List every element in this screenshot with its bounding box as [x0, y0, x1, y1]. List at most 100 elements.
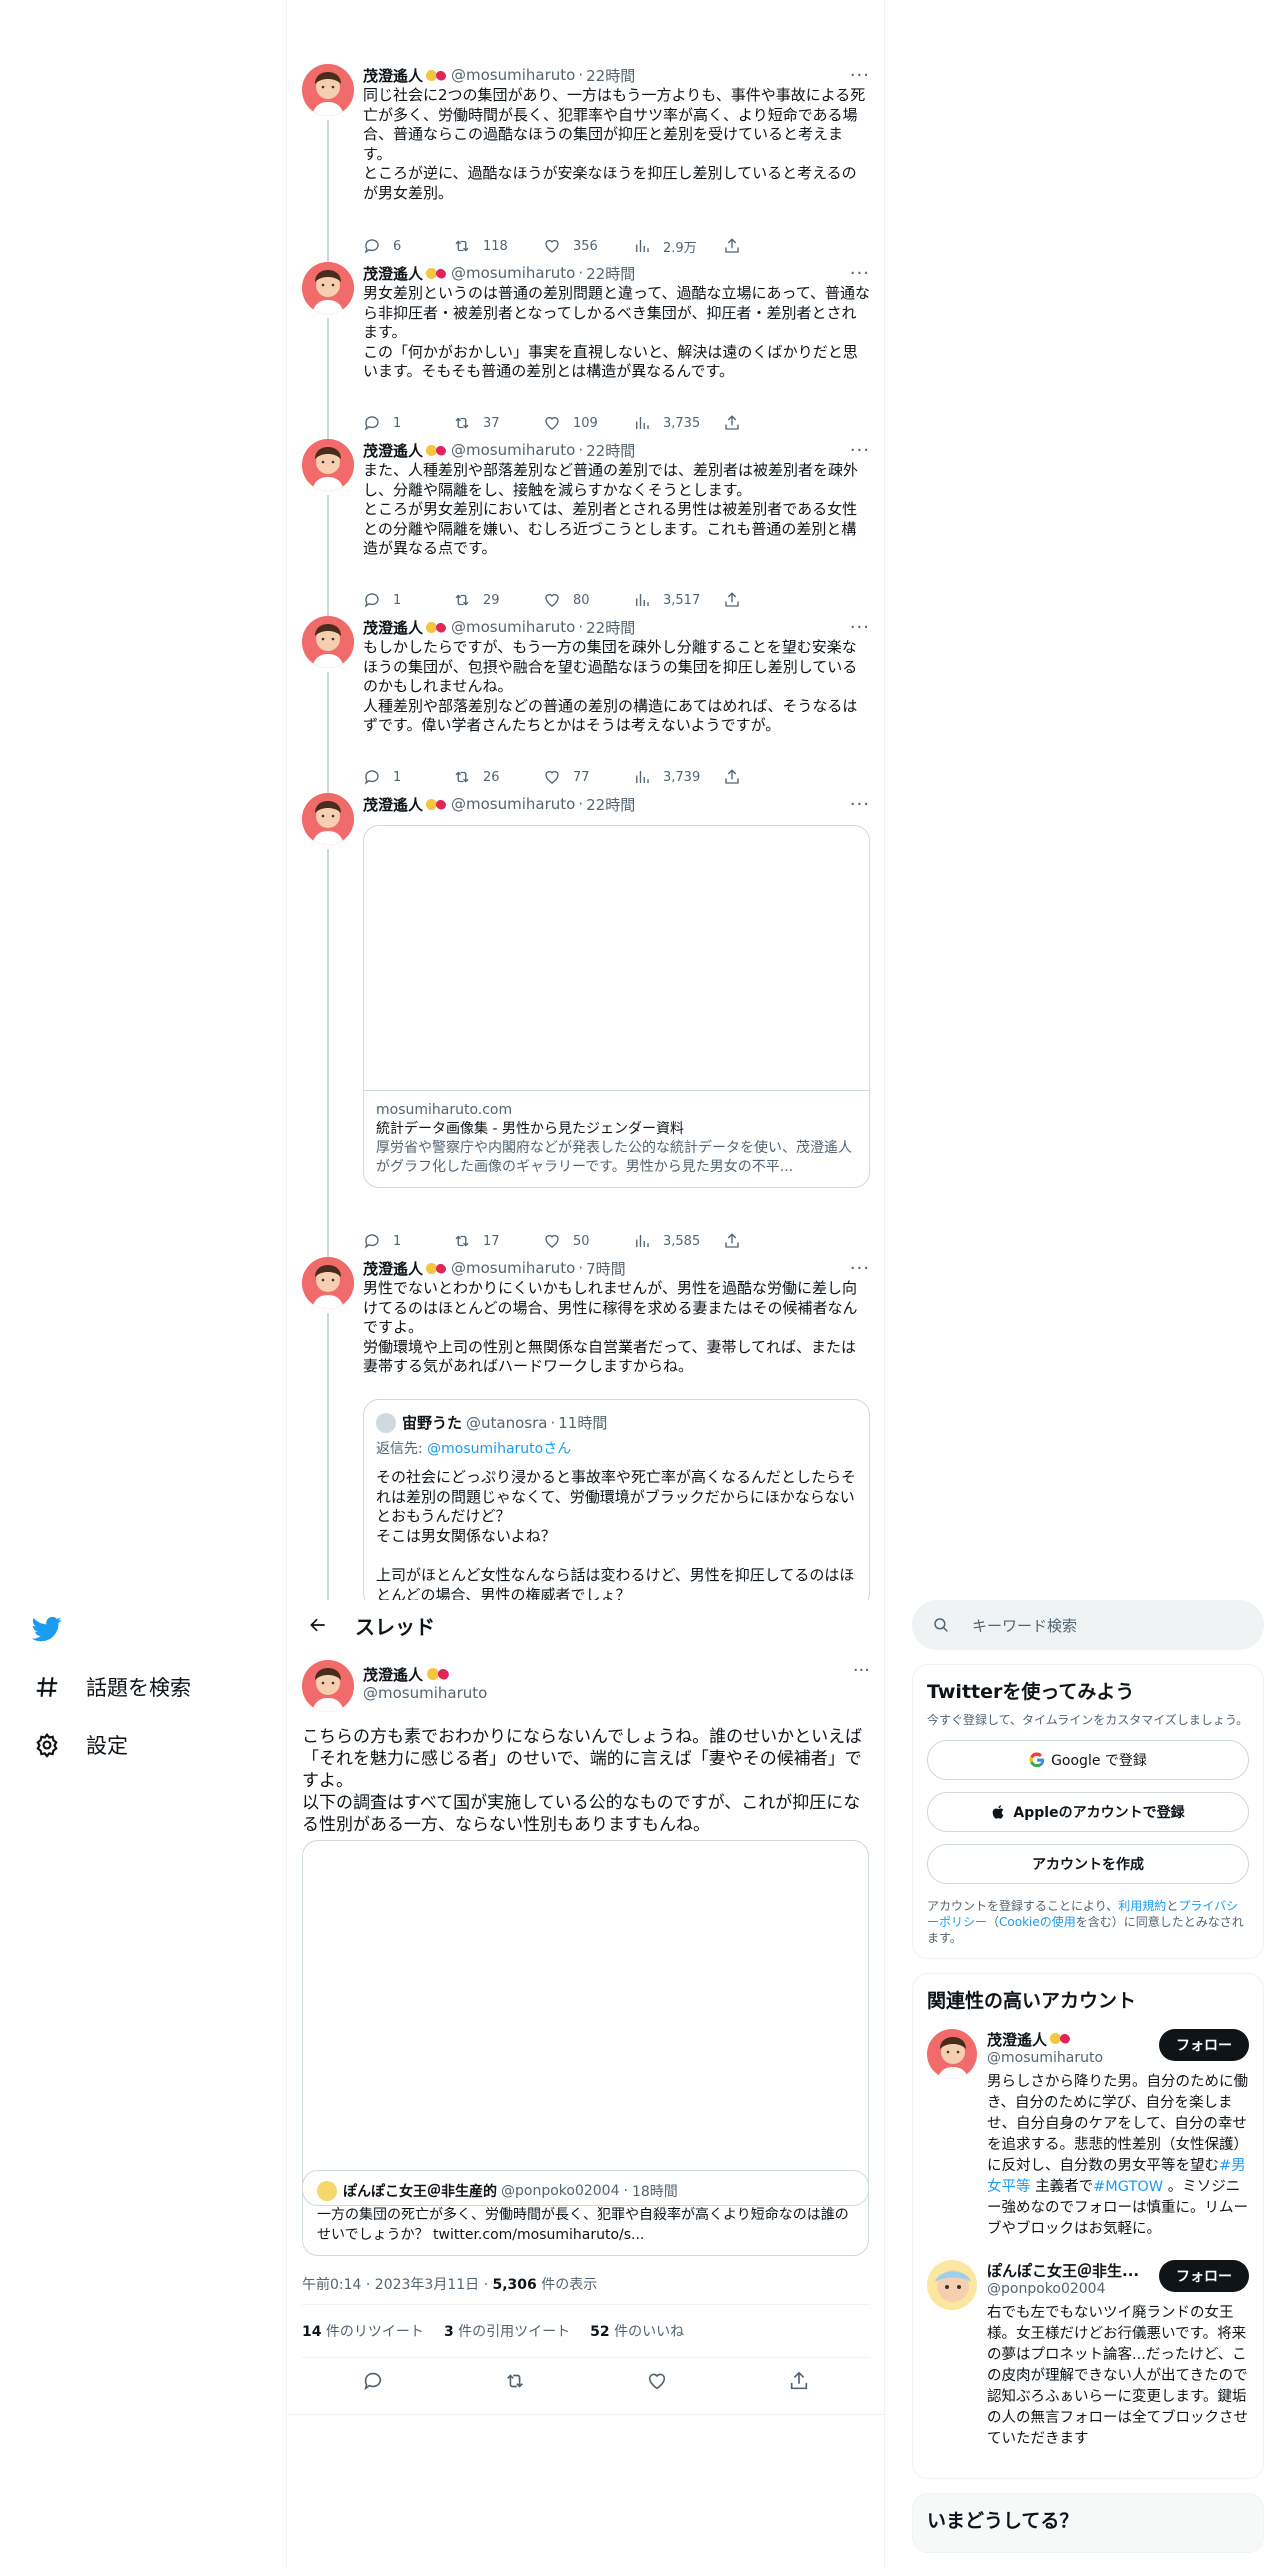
avatar[interactable]	[302, 439, 354, 491]
account-avatar[interactable]	[927, 2260, 977, 2310]
search-box[interactable]: キーワード検索	[912, 1600, 1264, 1650]
avatar[interactable]	[302, 793, 354, 845]
tweet-time[interactable]: 7時間	[586, 1258, 626, 1279]
avatar[interactable]	[302, 64, 354, 116]
avatar[interactable]	[302, 1660, 354, 1712]
link-card[interactable]: mosumiharuto.com 統計データ画像集 - 男性から見たジェンダー資…	[363, 825, 870, 1188]
author-name[interactable]: 茂澄遙人	[363, 617, 423, 638]
thread-tweet[interactable]: 茂澄遙人 @mosumiharuto · 22時間 ··· 男女差別というのは普通の差別問…	[287, 258, 884, 439]
account-name[interactable]: ぽんぽこ女王＠非生...	[987, 2262, 1139, 2280]
apple-signup-button[interactable]: Appleのアカウントで登録	[927, 1792, 1249, 1832]
retweet-button[interactable]: 37	[453, 414, 543, 432]
bio-text: 男らしさから降りた男。自分のために働き、自分のために学び、自分を楽しませ、自分自…	[987, 2074, 1248, 2174]
tweet-time[interactable]: 22時間	[586, 794, 635, 815]
related-account[interactable]: 茂澄遙人 @mosumiharuto フォロー 男らしさから降りた男。自分のため…	[927, 2021, 1249, 2252]
views-button[interactable]: 3,585	[633, 1232, 723, 1250]
reply-button[interactable]: 1	[363, 591, 453, 609]
quoted-tweet-card[interactable]: ぽんぽこ女王＠非生産的 @ponpoko02004 · 18時間 一方の集団の死…	[302, 2170, 869, 2256]
stat-item[interactable]: 52 件のいいね	[590, 2321, 684, 2341]
account-handle[interactable]: @ponpoko02004	[987, 2281, 1159, 2297]
more-icon[interactable]: ···	[850, 65, 870, 86]
thread-tweet[interactable]: 茂澄遙人 @mosumiharuto · 22時間 ··· 同じ社会に2つの集団があり、一…	[287, 60, 884, 262]
tweet-time[interactable]: 22時間	[586, 617, 635, 638]
reply-icon[interactable]	[362, 2370, 384, 2396]
views-button[interactable]: 2.9万	[633, 237, 723, 256]
thread-tweet[interactable]: 茂澄遙人 @mosumiharuto · 22時間 ··· また、人種差別や部落差別など普…	[287, 435, 884, 616]
more-icon[interactable]: ···	[850, 617, 870, 638]
retweet-button[interactable]: 29	[453, 591, 543, 609]
nav-explore[interactable]: 話題を検索	[30, 1658, 191, 1716]
like-button[interactable]: 80	[543, 591, 633, 609]
reply-button[interactable]: 1	[363, 1232, 453, 1250]
more-icon[interactable]: ···	[850, 263, 870, 284]
more-icon[interactable]: ···	[850, 794, 870, 815]
follow-button[interactable]: フォロー	[1159, 2260, 1249, 2292]
cookie-link[interactable]: Cookieの使用	[999, 1915, 1076, 1929]
author-handle[interactable]: @mosumiharuto	[451, 1259, 575, 1277]
create-account-button[interactable]: アカウントを作成	[927, 1844, 1249, 1884]
share-button[interactable]	[723, 237, 813, 255]
author-name[interactable]: 茂澄遙人	[363, 440, 423, 461]
hashtag-link[interactable]: #MGTOW	[1093, 2179, 1163, 2195]
more-icon[interactable]: ···	[850, 440, 870, 461]
share-button[interactable]	[723, 591, 813, 609]
quoted-tweet-card[interactable]: 宙野うた @utanosra · 11時間 返信先: @mosumiharutoさん …	[363, 1398, 870, 1609]
google-signup-button[interactable]: Google で登録	[927, 1740, 1249, 1780]
avatar[interactable]	[302, 1257, 354, 1309]
avatar[interactable]	[302, 262, 354, 314]
account-avatar[interactable]	[927, 2029, 977, 2079]
follow-button[interactable]: フォロー	[1159, 2029, 1249, 2061]
terms-link[interactable]: 利用規約	[1118, 1899, 1166, 1913]
share-button[interactable]	[723, 768, 813, 786]
account-name[interactable]: 茂澄遙人	[987, 2031, 1047, 2049]
like-button[interactable]: 50	[543, 1232, 633, 1250]
account-handle[interactable]: @mosumiharuto	[987, 2050, 1159, 2066]
retweet-button[interactable]: 17	[453, 1232, 543, 1250]
author-name[interactable]: 茂澄遙人	[363, 65, 423, 86]
more-icon[interactable]: ···	[853, 1660, 870, 1681]
thread-tweet[interactable]: 茂澄遙人 @mosumiharuto · 7時間 ··· 男性でないとわかりにくいかもしれ…	[287, 1253, 884, 1609]
related-account[interactable]: ぽんぽこ女王＠非生... @ponpoko02004 フォロー 右でも左でもない…	[927, 2252, 1249, 2462]
tweet-time[interactable]: 22時間	[586, 440, 635, 461]
author-handle[interactable]: @mosumiharuto	[451, 66, 575, 84]
stat-item[interactable]: 3 件の引用ツイート	[444, 2321, 570, 2341]
more-icon[interactable]: ···	[850, 1258, 870, 1279]
retweet-button[interactable]: 118	[453, 237, 543, 255]
views-button[interactable]: 3,739	[633, 768, 723, 786]
share-button[interactable]	[723, 1232, 813, 1250]
author-name[interactable]: 茂澄遙人	[363, 794, 423, 815]
author-name[interactable]: 茂澄遙人	[363, 1664, 423, 1685]
back-arrow-icon[interactable]	[301, 1608, 335, 1642]
reply-to-handle[interactable]: @mosumiharutoさん	[427, 1441, 571, 1457]
author-name[interactable]: 茂澄遙人	[363, 263, 423, 284]
stat-item[interactable]: 14 件のリツイート	[302, 2321, 424, 2341]
author-name[interactable]: 茂澄遙人	[363, 1258, 423, 1279]
like-icon[interactable]	[646, 2370, 668, 2396]
reply-button[interactable]: 6	[363, 237, 453, 255]
author-handle[interactable]: @mosumiharuto	[451, 618, 575, 636]
tweet-time[interactable]: 22時間	[586, 263, 635, 284]
retweet-icon[interactable]	[504, 2370, 526, 2396]
retweet-button[interactable]: 26	[453, 768, 543, 786]
share-icon[interactable]	[788, 2370, 810, 2396]
share-button[interactable]	[723, 414, 813, 432]
nav-settings[interactable]: 設定	[30, 1716, 191, 1774]
thread-tweet[interactable]: 茂澄遙人 @mosumiharuto · 22時間 ··· もしかしたらですが、もう一方の…	[287, 612, 884, 793]
twitter-logo-link[interactable]	[30, 1600, 191, 1658]
reply-button[interactable]: 1	[363, 768, 453, 786]
avatar[interactable]	[302, 616, 354, 668]
author-handle[interactable]: @mosumiharuto	[363, 1684, 487, 1704]
tweet-image[interactable]	[302, 1840, 869, 2206]
author-handle[interactable]: @mosumiharuto	[451, 441, 575, 459]
thread-tweet[interactable]: 茂澄遙人 @mosumiharuto · 22時間 ··· mosumiharuto.c…	[287, 789, 884, 1257]
like-button[interactable]: 109	[543, 414, 633, 432]
views-button[interactable]: 3,517	[633, 591, 723, 609]
reply-button[interactable]: 1	[363, 414, 453, 432]
like-button[interactable]: 356	[543, 237, 633, 255]
author-handle[interactable]: @mosumiharuto	[451, 264, 575, 282]
views-button[interactable]: 3,735	[633, 414, 723, 432]
tweet-time[interactable]: 22時間	[586, 65, 635, 86]
like-button[interactable]: 77	[543, 768, 633, 786]
timestamp-text[interactable]: 午前0:14 · 2023年3月11日 ·	[302, 2277, 493, 2293]
author-handle[interactable]: @mosumiharuto	[451, 795, 575, 813]
